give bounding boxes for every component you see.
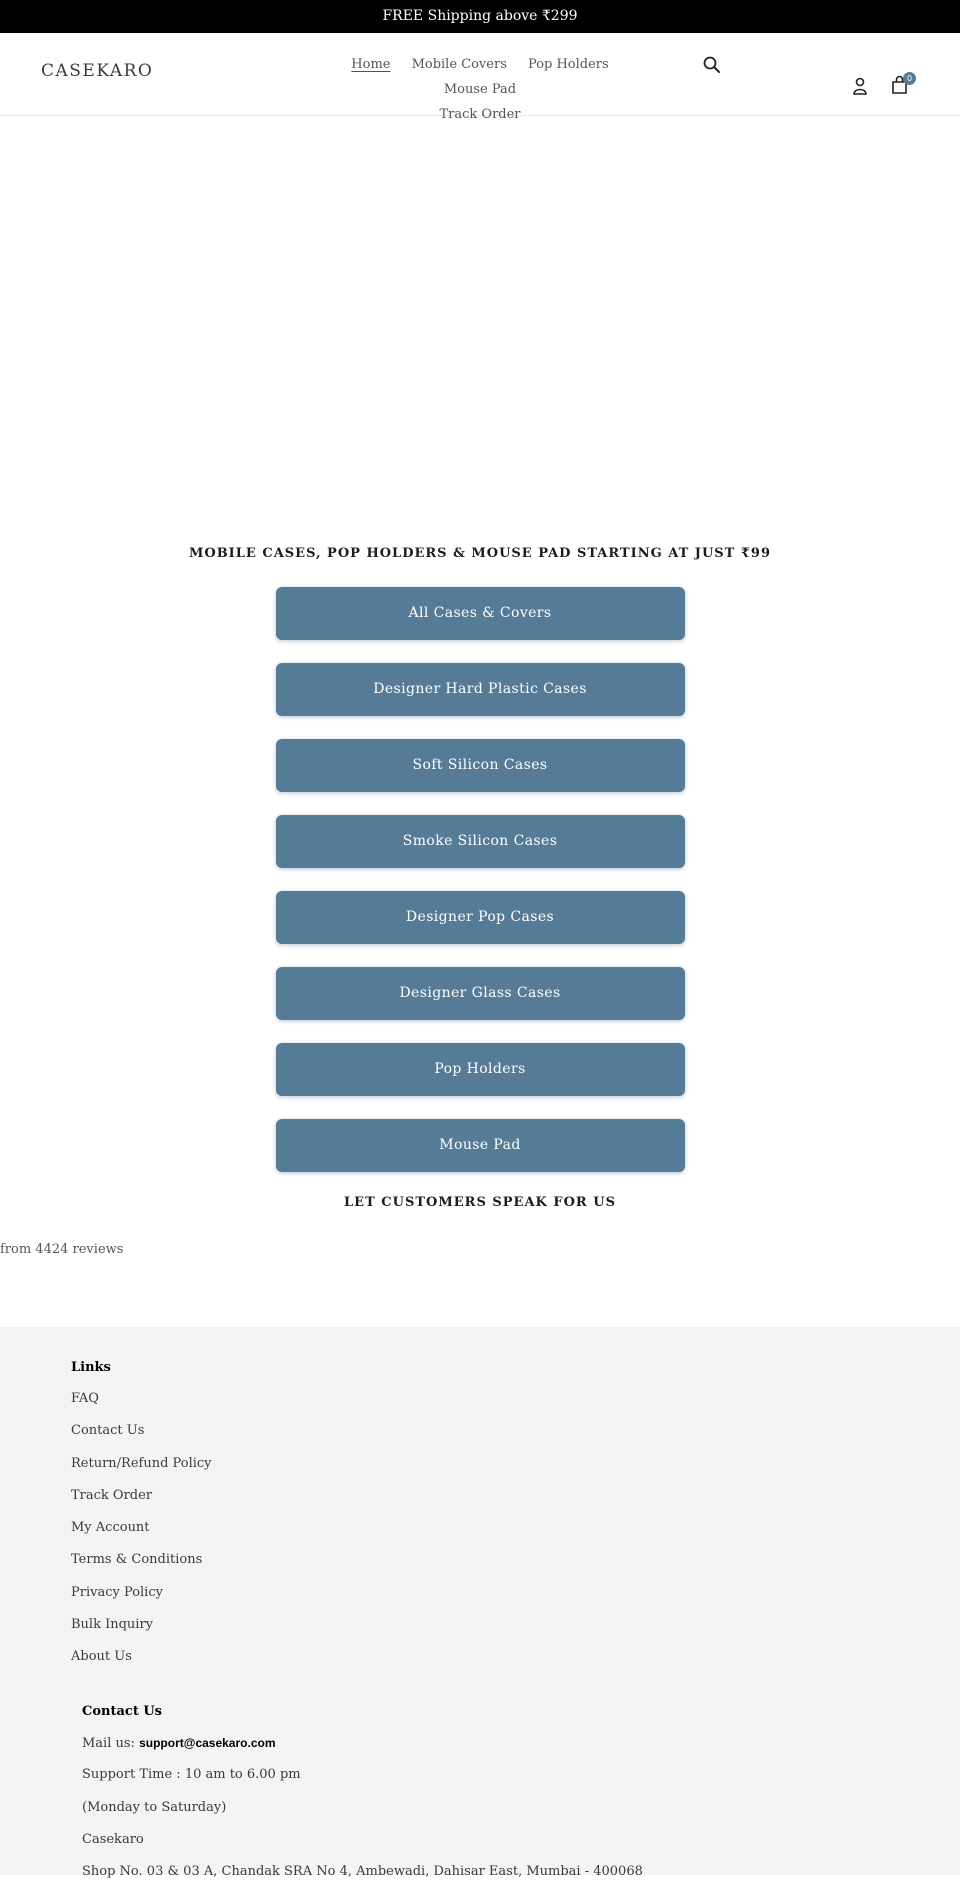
site-header: CASEKARO Home Mobile Covers Pop Holders … [0, 33, 960, 122]
nav-pop-holders[interactable]: Pop Holders [528, 53, 609, 76]
footer-link-track-order[interactable]: Track Order [71, 1486, 212, 1518]
account-icon[interactable] [850, 76, 870, 96]
category-button-smoke-silicon[interactable]: Smoke Silicon Cases [275, 815, 685, 868]
support-email[interactable]: support@casekaro.com [139, 1736, 275, 1750]
company-address: Shop No. 03 & 03 A, Chandak SRA No 4, Am… [82, 1864, 643, 1880]
footer-contact: Contact Us Mail us: support@casekaro.com… [82, 1704, 643, 1894]
category-button-all-cases[interactable]: All Cases & Covers [275, 587, 685, 640]
cart-count-badge: 0 [903, 72, 916, 85]
company-name: Casekaro [82, 1831, 144, 1847]
support-days: (Monday to Saturday) [82, 1799, 227, 1815]
main-nav: Home Mobile Covers Pop Holders Mouse Pad… [300, 51, 660, 126]
announcement-bar: FREE Shipping above ₹299 [0, 0, 960, 33]
category-button-pop-holders[interactable]: Pop Holders [275, 1043, 685, 1096]
nav-mobile-covers[interactable]: Mobile Covers [412, 53, 507, 76]
footer-links: Links FAQ Contact Us Return/Refund Polic… [71, 1360, 212, 1680]
reviews-heading: LET CUSTOMERS SPEAK FOR US [344, 1195, 616, 1210]
footer-link-privacy[interactable]: Privacy Policy [71, 1583, 212, 1615]
category-button-hard-plastic[interactable]: Designer Hard Plastic Cases [275, 663, 685, 716]
tagline-heading: MOBILE CASES, POP HOLDERS & MOUSE PAD ST… [188, 546, 772, 561]
footer-link-contact[interactable]: Contact Us [71, 1421, 212, 1453]
category-button-mouse-pad[interactable]: Mouse Pad [275, 1119, 685, 1172]
logo[interactable]: CASEKARO [41, 61, 153, 81]
nav-mouse-pad[interactable]: Mouse Pad [444, 78, 516, 101]
site-footer: Links FAQ Contact Us Return/Refund Polic… [0, 1327, 960, 1879]
category-button-glass-cases[interactable]: Designer Glass Cases [275, 967, 685, 1020]
category-button-soft-silicon[interactable]: Soft Silicon Cases [275, 739, 685, 792]
category-button-pop-cases[interactable]: Designer Pop Cases [275, 891, 685, 944]
support-time: Support Time : 10 am to 6.00 pm [82, 1767, 301, 1783]
search-icon[interactable] [702, 55, 722, 75]
category-list: All Cases & Covers Designer Hard Plastic… [0, 587, 960, 1172]
hero-placeholder [0, 116, 960, 546]
nav-home[interactable]: Home [351, 53, 390, 76]
nav-track-order[interactable]: Track Order [439, 103, 520, 126]
reviews-count[interactable]: from 4424 reviews [0, 1242, 960, 1257]
footer-link-bulk[interactable]: Bulk Inquiry [71, 1615, 212, 1647]
announcement-text: FREE Shipping above ₹299 [382, 8, 578, 24]
footer-link-refund[interactable]: Return/Refund Policy [71, 1454, 212, 1486]
contact-title: Contact Us [82, 1704, 162, 1719]
footer-link-faq[interactable]: FAQ [71, 1389, 212, 1421]
footer-link-terms[interactable]: Terms & Conditions [71, 1550, 212, 1582]
footer-links-title: Links [71, 1360, 111, 1375]
mail-label: Mail us: [82, 1736, 140, 1751]
footer-link-account[interactable]: My Account [71, 1518, 212, 1550]
mail-line: Mail us: support@casekaro.com [82, 1733, 643, 1765]
footer-link-about[interactable]: About Us [71, 1647, 212, 1679]
